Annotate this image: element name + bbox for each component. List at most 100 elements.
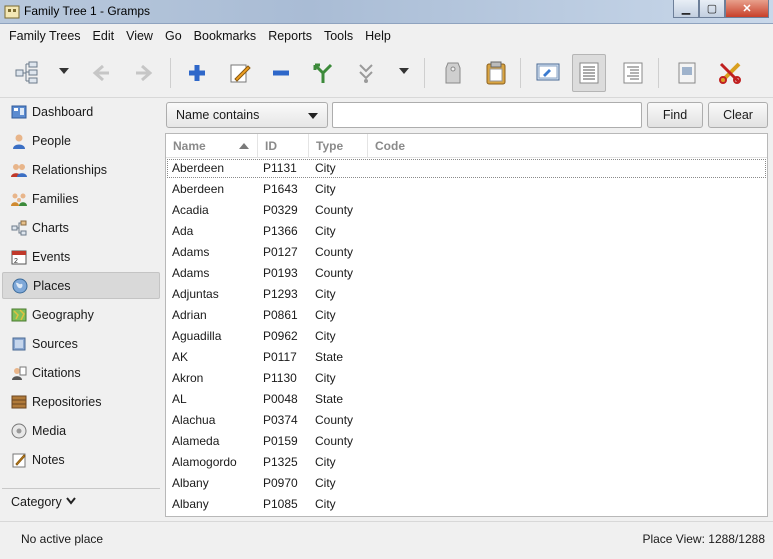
table-row[interactable]: Alameda P0159 County	[166, 431, 767, 452]
chevron-down-icon	[308, 113, 318, 119]
book-icon	[12, 337, 26, 350]
back-arrow-icon[interactable]	[84, 54, 118, 92]
menu-family-trees[interactable]: Family Trees	[4, 25, 86, 47]
table-row[interactable]: AL P0048 State	[166, 389, 767, 410]
menu-go[interactable]: Go	[160, 25, 187, 47]
menu-reports[interactable]: Reports	[263, 25, 317, 47]
cell-name: Aberdeen	[172, 182, 225, 196]
table-row[interactable]: Albany P1085 City	[166, 494, 767, 515]
media-icon[interactable]	[670, 54, 704, 92]
menu-bar: Family Trees Edit View Go Bookmarks Repo…	[0, 25, 773, 47]
clipboard-icon[interactable]	[479, 54, 513, 92]
table-row[interactable]: Adams P0127 County	[166, 242, 767, 263]
sidebar-item-people[interactable]: People	[2, 127, 160, 154]
families-icon	[11, 193, 27, 206]
filter-down-icon[interactable]	[349, 54, 383, 92]
column-header-code[interactable]: Code	[368, 134, 767, 158]
cell-type: City	[315, 182, 336, 196]
relationships-icon	[11, 163, 27, 177]
cell-name: Alachua	[172, 413, 216, 427]
clear-button[interactable]: Clear	[708, 102, 768, 128]
menu-bookmarks[interactable]: Bookmarks	[189, 25, 262, 47]
table-row[interactable]: Adjuntas P1293 City	[166, 284, 767, 305]
menu-tools[interactable]: Tools	[319, 25, 358, 47]
table-row[interactable]: Adams P0193 County	[166, 263, 767, 284]
menu-help[interactable]: Help	[360, 25, 396, 47]
sidebar-item-dashboard[interactable]: Dashboard	[2, 98, 160, 125]
table-row[interactable]: AK P0117 State	[166, 347, 767, 368]
menu-edit[interactable]: Edit	[88, 25, 120, 47]
filter-type-select[interactable]: Name contains	[166, 102, 328, 128]
edit-icon[interactable]	[223, 54, 257, 92]
sidebar-item-charts[interactable]: Charts	[2, 214, 160, 241]
cell-type: City	[315, 308, 336, 322]
search-input[interactable]	[332, 102, 642, 128]
sidebar-item-media[interactable]: Media	[2, 417, 160, 444]
sidebar-item-label: Places	[33, 278, 71, 293]
forward-arrow-icon[interactable]	[127, 54, 161, 92]
title-bar: Family Tree 1 - Gramps ▁ ▢ ✕	[0, 0, 773, 24]
remove-icon[interactable]	[264, 54, 298, 92]
minimize-button[interactable]: ▁	[673, 0, 699, 18]
category-label: Category	[11, 495, 62, 509]
column-header-name[interactable]: Name	[166, 134, 258, 158]
sort-ascending-icon	[239, 143, 249, 149]
notes-icon	[12, 453, 26, 467]
table-row[interactable]: Aberdeen P1131 City	[166, 158, 767, 179]
cell-type: County	[315, 434, 354, 448]
cell-name: Adjuntas	[172, 287, 219, 301]
category-selector[interactable]: Category	[2, 488, 160, 515]
table-row[interactable]: Aguadilla P0962 City	[166, 326, 767, 347]
cell-id: P0193	[263, 266, 298, 280]
tree-icon[interactable]	[10, 54, 44, 92]
sidebar-item-label: Dashboard	[32, 104, 94, 119]
tree-view-icon[interactable]	[616, 54, 650, 92]
cell-name: Acadia	[172, 203, 209, 217]
cell-type: State	[315, 392, 344, 406]
place-view-count: Place View: 1288/1288	[642, 532, 765, 546]
maximize-button[interactable]: ▢	[699, 0, 725, 18]
menu-view[interactable]: View	[121, 25, 158, 47]
sidebar-item-geography[interactable]: Geography	[2, 301, 160, 328]
cell-type: City	[315, 476, 336, 490]
sidebar-item-relationships[interactable]: Relationships	[2, 156, 160, 183]
column-header-id[interactable]: ID	[258, 134, 309, 158]
close-button[interactable]: ✕	[725, 0, 769, 18]
sidebar-item-repositories[interactable]: Repositories	[2, 388, 160, 415]
column-header-type[interactable]: Type	[309, 134, 368, 158]
sidebar-item-sources[interactable]: Sources	[2, 330, 160, 357]
sidebar-item-notes[interactable]: Notes	[2, 446, 160, 473]
tree-dropdown-icon[interactable]	[59, 68, 69, 74]
configure-view-icon[interactable]	[531, 54, 565, 92]
sidebar-item-label: Sources	[32, 336, 78, 351]
table-row[interactable]: Adrian P0861 City	[166, 305, 767, 326]
tools-icon[interactable]	[713, 54, 747, 92]
find-button[interactable]: Find	[647, 102, 703, 128]
table-row[interactable]: Alachua P0374 County	[166, 410, 767, 431]
table-row[interactable]: Akron P1130 City	[166, 368, 767, 389]
list-view-icon[interactable]	[572, 54, 606, 92]
sidebar-item-label: Geography	[32, 307, 94, 322]
cell-id: P1085	[263, 497, 298, 511]
cell-name: Adams	[172, 245, 210, 259]
navigator-sidebar: Dashboard People Relationships Families …	[0, 98, 162, 518]
table-row[interactable]: Acadia P0329 County	[166, 200, 767, 221]
add-icon[interactable]	[180, 54, 214, 92]
sidebar-item-families[interactable]: Families	[2, 185, 160, 212]
repository-icon	[11, 395, 27, 408]
table-row[interactable]: Aberdeen P1643 City	[166, 179, 767, 200]
cell-type: City	[315, 224, 336, 238]
tag-icon[interactable]	[436, 54, 470, 92]
table-row[interactable]: Alamogordo P1325 City	[166, 452, 767, 473]
sidebar-item-label: People	[32, 133, 71, 148]
filter-dropdown-icon[interactable]	[399, 68, 409, 74]
sidebar-item-events[interactable]: 2 Events	[2, 243, 160, 270]
sidebar-item-citations[interactable]: Citations	[2, 359, 160, 386]
merge-icon[interactable]	[306, 54, 340, 92]
cell-id: P0374	[263, 413, 298, 427]
table-row[interactable]: Albany P0970 City	[166, 473, 767, 494]
cell-type: City	[315, 497, 336, 511]
table-row[interactable]: Ada P1366 City	[166, 221, 767, 242]
gramps-app-icon	[4, 5, 20, 19]
sidebar-item-places[interactable]: Places	[2, 272, 160, 299]
